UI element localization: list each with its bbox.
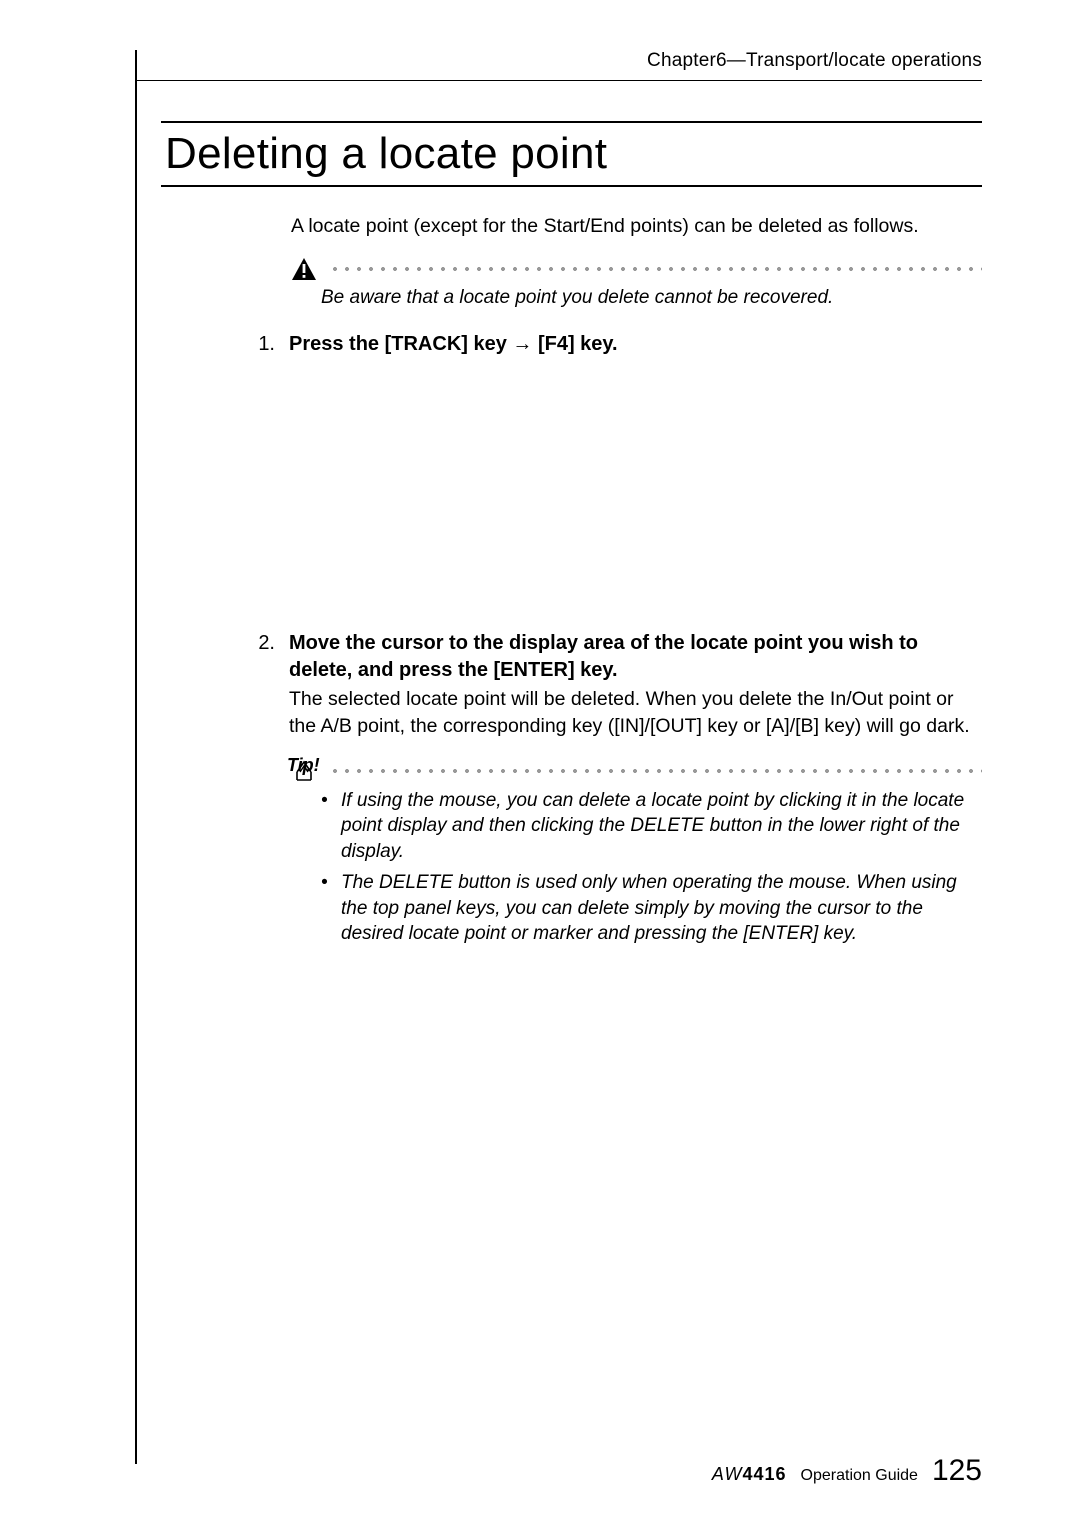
step-subtext: The selected locate point will be delete… xyxy=(289,686,982,740)
content-area: Deleting a locate point A locate point (… xyxy=(161,121,982,946)
guide-label: Operation Guide xyxy=(801,1467,918,1485)
warning-text: Be aware that a locate point you delete … xyxy=(321,285,982,311)
product-prefix: AW xyxy=(712,1464,743,1484)
tip-label: Tip! xyxy=(287,755,320,776)
step-2: 2. Move the cursor to the display area o… xyxy=(251,630,982,740)
tip-item: The DELETE button is used only when oper… xyxy=(321,870,982,946)
body-column: A locate point (except for the Start/End… xyxy=(291,213,982,946)
step-body: Press the [TRACK] key → [F4] key. xyxy=(289,331,982,358)
section-title: Deleting a locate point xyxy=(161,129,982,179)
step-instruction: Press the [TRACK] key → [F4] key. xyxy=(289,333,618,355)
page-footer: AW4416 Operation Guide 125 xyxy=(712,1454,982,1488)
page: Chapter6—Transport/locate operations Del… xyxy=(0,0,1080,1528)
product-model: 4416 xyxy=(742,1464,786,1484)
product-name: AW4416 xyxy=(712,1464,787,1485)
tip-item: If using the mouse, you can delete a loc… xyxy=(321,788,982,864)
tip-list: If using the mouse, you can delete a loc… xyxy=(321,788,982,947)
step-1: 1. Press the [TRACK] key → [F4] key. xyxy=(251,331,982,358)
section-title-block: Deleting a locate point xyxy=(161,121,982,187)
step-instruction: Move the cursor to the display area of t… xyxy=(289,632,918,681)
warning-callout: Be aware that a locate point you delete … xyxy=(291,257,982,311)
intro-text: A locate point (except for the Start/End… xyxy=(291,213,982,239)
warning-icon xyxy=(291,257,317,281)
page-number: 125 xyxy=(932,1454,982,1488)
dot-leader xyxy=(329,266,982,272)
step-number: 2. xyxy=(251,630,275,740)
figure-placeholder-gap xyxy=(291,368,982,618)
step-number: 1. xyxy=(251,331,275,358)
left-margin-rule xyxy=(135,50,137,1464)
chapter-header: Chapter6—Transport/locate operations xyxy=(135,50,982,81)
warning-header xyxy=(291,257,982,281)
step-body: Move the cursor to the display area of t… xyxy=(289,630,982,740)
tip-header: Tip! xyxy=(291,758,982,784)
dot-leader xyxy=(329,768,982,774)
tip-callout: Tip! If using the mouse, you can delete … xyxy=(291,758,982,947)
